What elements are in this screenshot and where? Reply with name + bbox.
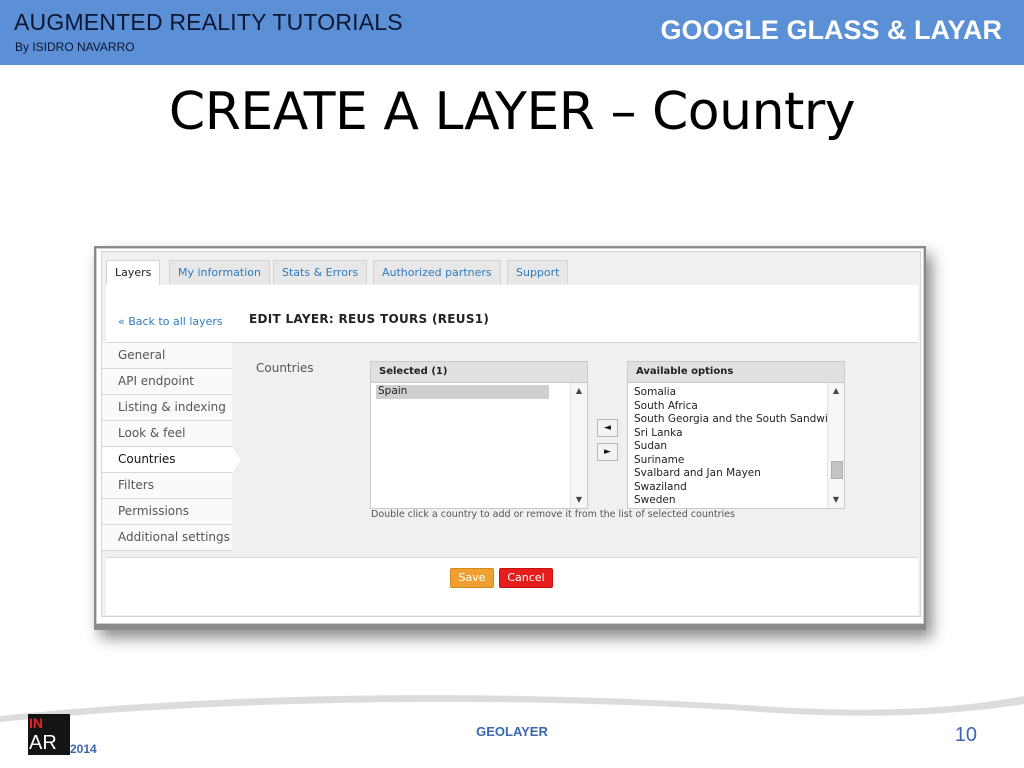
list-item[interactable]: South Africa <box>628 400 828 414</box>
sidebar-item-countries[interactable]: Countries <box>102 447 241 473</box>
save-button[interactable]: Save <box>450 568 494 588</box>
available-list-body: Somalia South Africa South Georgia and t… <box>628 383 828 508</box>
selected-list-body: Spain <box>371 383 571 508</box>
list-item[interactable]: Svalbard and Jan Mayen <box>628 467 828 481</box>
scroll-down-icon[interactable]: ▼ <box>828 494 844 506</box>
list-item[interactable]: Somalia <box>628 386 828 400</box>
available-countries-list[interactable]: Available options Somalia South Africa S… <box>627 361 845 509</box>
header-band: AUGMENTED REALITY TUTORIALS By ISIDRO NA… <box>0 0 1024 65</box>
sidebar-item-additional-settings[interactable]: Additional settings <box>102 525 232 551</box>
list-item[interactable]: Suriname <box>628 454 828 468</box>
countries-field-label: Countries <box>256 361 314 375</box>
available-list-header: Available options <box>628 362 844 383</box>
arrow-left-icon: ◄ <box>604 423 611 433</box>
author-line: By ISIDRO NAVARRO <box>15 40 135 54</box>
sidebar-item-permissions[interactable]: Permissions <box>102 499 232 525</box>
cancel-button[interactable]: Cancel <box>499 568 553 588</box>
settings-sidebar: General API endpoint Listing & indexing … <box>102 343 241 551</box>
page-number: 10 <box>954 724 977 746</box>
tutorial-title: AUGMENTED REALITY TUTORIALS <box>14 9 403 35</box>
scroll-up-icon[interactable]: ▲ <box>571 385 587 397</box>
scroll-down-icon[interactable]: ▼ <box>571 494 587 506</box>
logo-year: 2014 <box>70 742 97 756</box>
sidebar-item-look-feel[interactable]: Look & feel <box>102 421 232 447</box>
edit-layer-bar: « Back to all layers EDIT LAYER: REUS TO… <box>106 285 918 343</box>
list-item[interactable]: Sweden <box>628 494 828 508</box>
move-right-button[interactable]: ► <box>597 443 618 461</box>
list-item[interactable]: Sudan <box>628 440 828 454</box>
sidebar-item-listing-indexing[interactable]: Listing & indexing <box>102 395 232 421</box>
list-item[interactable]: Spain <box>376 385 549 399</box>
sidebar-item-filters[interactable]: Filters <box>102 473 232 499</box>
countries-hint: Double click a country to add or remove … <box>371 509 735 520</box>
list-item[interactable]: Sri Lanka <box>628 427 828 441</box>
scroll-thumb[interactable] <box>831 461 843 479</box>
tab-layers[interactable]: Layers <box>106 260 161 286</box>
scroll-up-icon[interactable]: ▲ <box>828 385 844 397</box>
selected-list-scrollbar[interactable]: ▲ ▼ <box>570 383 587 508</box>
layar-edit-layer-panel: Layers My information Stats & Errors Aut… <box>101 251 921 617</box>
sidebar-item-api-endpoint[interactable]: API endpoint <box>102 369 232 395</box>
available-list-scrollbar[interactable]: ▲ ▼ <box>827 383 844 508</box>
edit-layer-title: EDIT LAYER: REUS TOURS (REUS1) <box>249 312 490 326</box>
arrow-right-icon: ► <box>604 447 611 457</box>
selected-countries-list[interactable]: Selected (1) Spain ▲ ▼ <box>370 361 588 509</box>
topic-title: GOOGLE GLASS & LAYAR <box>660 15 1002 45</box>
tab-authorized-partners[interactable]: Authorized partners <box>373 260 501 284</box>
move-left-button[interactable]: ◄ <box>597 419 618 437</box>
tab-support[interactable]: Support <box>507 260 569 284</box>
list-item[interactable]: Swaziland <box>628 481 828 495</box>
tab-my-information[interactable]: My information <box>169 260 270 284</box>
form-actions: Save Cancel <box>106 557 918 615</box>
selected-list-header: Selected (1) <box>371 362 587 383</box>
slide-title: CREATE A LAYER – Country <box>168 82 856 142</box>
back-to-layers-link[interactable]: « Back to all layers <box>118 315 223 328</box>
list-item[interactable]: South Georgia and the South Sandwich Isl… <box>628 413 828 427</box>
tab-stats-errors[interactable]: Stats & Errors <box>273 260 368 284</box>
footer-section-label: GEOLAYER <box>476 724 548 739</box>
sidebar-item-general[interactable]: General <box>102 343 232 369</box>
